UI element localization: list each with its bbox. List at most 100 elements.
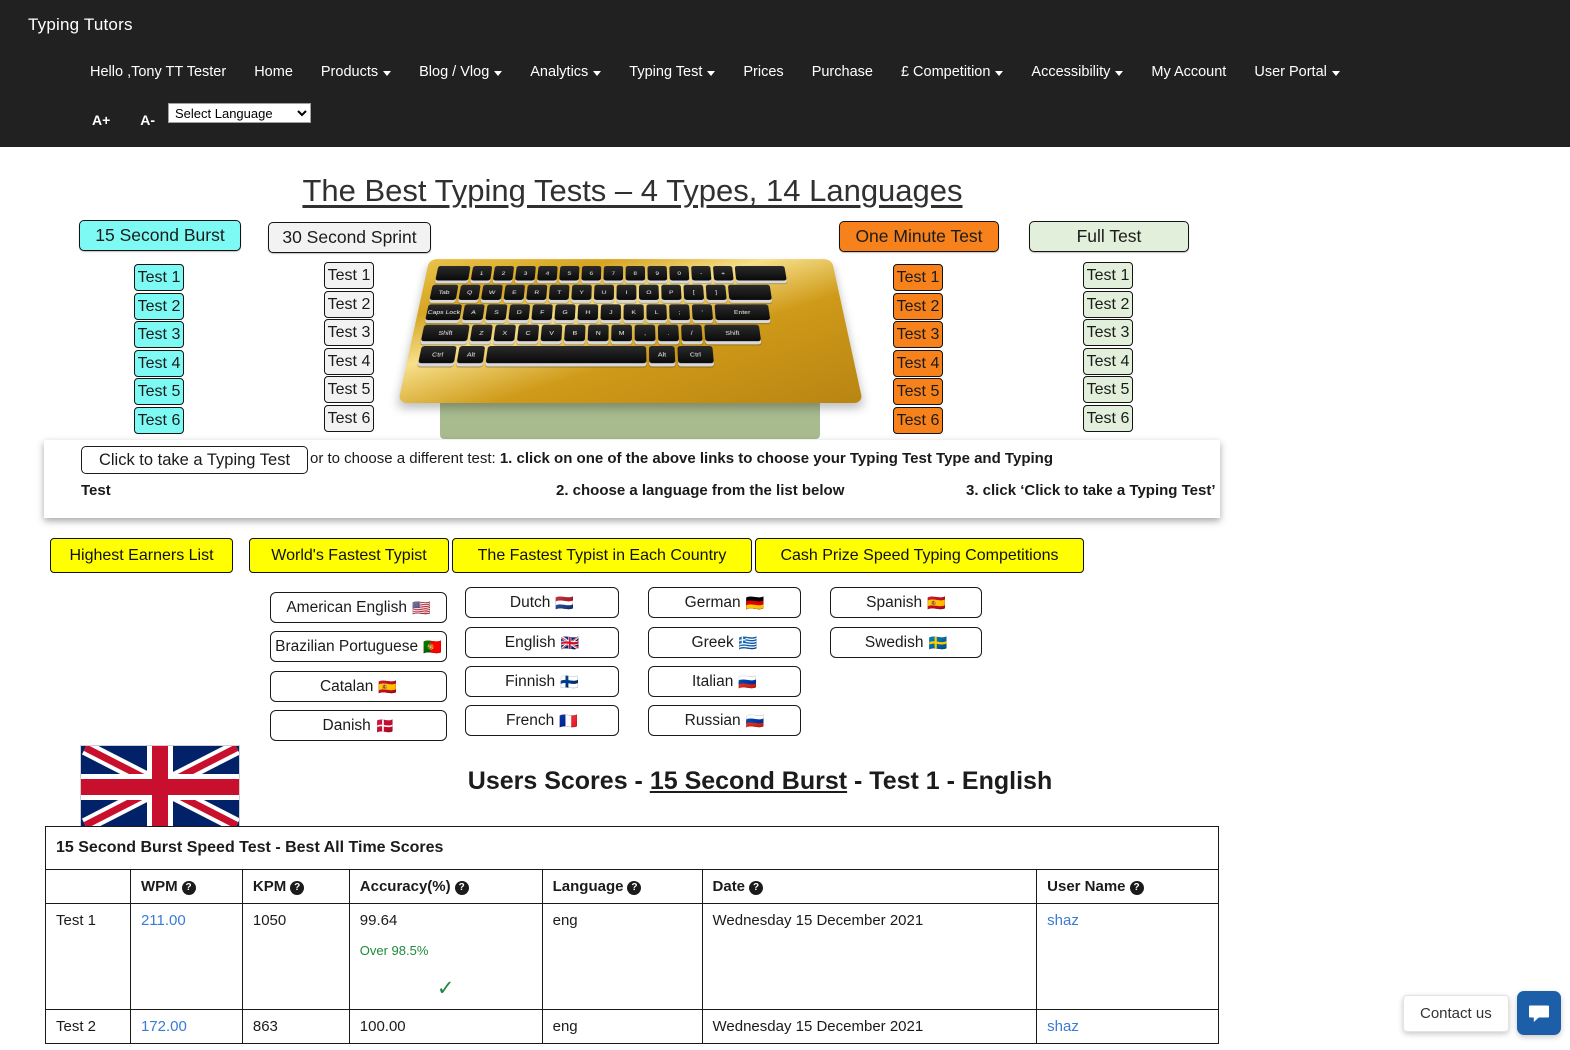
help-icon[interactable]: ?: [627, 881, 642, 895]
keyboard-key: [435, 265, 471, 281]
feature-link-world-s-fastest-typist[interactable]: World's Fastest Typist: [249, 538, 449, 573]
cell-accuracy-value: 100.00: [359, 1018, 406, 1035]
language-button-catalan[interactable]: Catalan 🇪🇸: [270, 671, 447, 702]
feature-link-highest-earners-list[interactable]: Highest Earners List: [50, 538, 233, 573]
language-button-russian[interactable]: Russian 🇷🇺: [648, 705, 801, 736]
language-button-swedish[interactable]: Swedish 🇸🇪: [830, 627, 982, 658]
language-button-american-english[interactable]: American English 🇺🇸: [270, 592, 447, 623]
test-link-30-second-sprint-6[interactable]: Test 6: [324, 404, 374, 432]
table-column-header-label: Accuracy(%): [359, 878, 451, 895]
nav-item-analytics[interactable]: Analytics: [516, 64, 615, 80]
language-button-label: Brazilian Portuguese: [275, 638, 419, 655]
nav-item-my-account[interactable]: My Account: [1137, 64, 1240, 80]
keyboard-key: X: [493, 324, 517, 342]
help-icon[interactable]: ?: [454, 881, 469, 895]
test-link-30-second-sprint-4[interactable]: Test 4: [324, 347, 374, 375]
nav-item-purchase[interactable]: Purchase: [798, 64, 887, 80]
nav-item-user-portal[interactable]: User Portal: [1240, 64, 1354, 80]
cell-wpm-value[interactable]: 172.00: [141, 1018, 187, 1035]
nav-item-products[interactable]: Products: [307, 64, 405, 80]
test-type-header-15-second-burst[interactable]: 15 Second Burst: [79, 220, 241, 251]
test-link-full-test-2[interactable]: Test 2: [1083, 290, 1133, 318]
flag-icon: 🇸🇪: [928, 635, 948, 652]
nav-item-competition[interactable]: £ Competition: [887, 64, 1017, 80]
accessibility-font-controls: A+ A-: [92, 112, 155, 128]
test-link-30-second-sprint-5[interactable]: Test 5: [324, 376, 374, 403]
test-link-full-test-4[interactable]: Test 4: [1083, 347, 1133, 375]
test-link-one-minute-test-6[interactable]: Test 6: [893, 406, 943, 434]
test-link-one-minute-test-1[interactable]: Test 1: [893, 264, 943, 291]
instructions-step-1: 1. click on one of the above links to ch…: [499, 450, 1053, 467]
test-link-15-second-burst-4[interactable]: Test 4: [134, 349, 184, 377]
chat-bubble-icon[interactable]: [1516, 991, 1561, 1035]
test-link-full-test-3[interactable]: Test 3: [1083, 319, 1133, 346]
scores-table: 15 Second Burst Speed Test - Best All Ti…: [45, 826, 1219, 1044]
test-type-header-one-minute-test[interactable]: One Minute Test: [839, 221, 999, 252]
test-link-30-second-sprint-2[interactable]: Test 2: [324, 290, 374, 318]
test-link-one-minute-test-5[interactable]: Test 5: [893, 378, 943, 405]
keyboard-key: ,: [634, 324, 656, 342]
language-button-greek[interactable]: Greek 🇬🇷: [648, 627, 801, 658]
chevron-down-icon: [1331, 70, 1340, 76]
help-icon[interactable]: ?: [749, 881, 764, 895]
feature-link-cash-prize-speed-typing-competitions[interactable]: Cash Prize Speed Typing Competitions: [755, 538, 1084, 573]
test-link-one-minute-test-3[interactable]: Test 3: [893, 321, 943, 348]
instructions-line-1: or to choose a different test: 1. click …: [310, 450, 1053, 467]
keyboard-key: 8: [625, 265, 646, 281]
contact-us-button[interactable]: Contact us: [1403, 994, 1509, 1032]
main-navigation: Hello ,Tony TT Tester Home Products Blog / …: [90, 64, 1354, 80]
language-button-german[interactable]: German 🇩🇪: [648, 587, 801, 618]
test-link-15-second-burst-5[interactable]: Test 5: [134, 378, 184, 405]
test-link-one-minute-test-4[interactable]: Test 4: [893, 349, 943, 377]
language-button-english[interactable]: English 🇬🇧: [465, 627, 619, 658]
take-typing-test-button[interactable]: Click to take a Typing Test: [81, 446, 308, 474]
keyboard-key: 1: [470, 265, 493, 281]
cell-user-name-value[interactable]: shaz: [1047, 912, 1079, 929]
test-link-full-test-6[interactable]: Test 6: [1083, 404, 1133, 432]
test-link-30-second-sprint-3[interactable]: Test 3: [324, 319, 374, 346]
nav-item-label: Hello ,Tony TT Tester: [90, 64, 227, 80]
language-button-danish[interactable]: Danish 🇩🇰: [270, 710, 447, 741]
feature-link-the-fastest-typist-in-each-country[interactable]: The Fastest Typist in Each Country: [452, 538, 752, 573]
site-brand[interactable]: Typing Tutors: [28, 15, 133, 35]
help-icon[interactable]: ?: [290, 881, 305, 895]
instructions-panel: Click to take a Typing Test or to choose…: [44, 440, 1220, 518]
nav-item-accessibility[interactable]: Accessibility: [1017, 64, 1137, 80]
keyboard-key: S: [485, 304, 508, 321]
nav-item-home[interactable]: Home: [240, 64, 307, 80]
language-button-label: Swedish: [864, 634, 924, 651]
cell-date-value: Wednesday 15 December 2021: [712, 912, 924, 929]
test-link-15-second-burst-6[interactable]: Test 6: [134, 406, 184, 434]
keyboard-key: /: [680, 324, 703, 342]
nav-item-blog-vlog[interactable]: Blog / Vlog: [405, 64, 516, 80]
select-language-dropdown[interactable]: Select Language: [168, 103, 311, 123]
language-button-spanish[interactable]: Spanish 🇪🇸: [830, 587, 982, 618]
font-increase-button[interactable]: A+: [92, 112, 110, 128]
language-button-brazilian-portuguese[interactable]: Brazilian Portuguese 🇵🇹: [270, 631, 447, 662]
test-link-15-second-burst-2[interactable]: Test 2: [134, 292, 184, 320]
test-link-15-second-burst-3[interactable]: Test 3: [134, 321, 184, 348]
test-link-30-second-sprint-1[interactable]: Test 1: [324, 262, 374, 289]
test-link-one-minute-test-2[interactable]: Test 2: [893, 292, 943, 320]
keyboard-key: A: [462, 304, 485, 321]
nav-item-prices[interactable]: Prices: [729, 64, 797, 80]
chevron-down-icon: [1115, 70, 1124, 76]
help-icon[interactable]: ?: [181, 881, 196, 895]
nav-item-typing-test[interactable]: Typing Test: [615, 64, 729, 80]
keyboard-key: 2: [492, 265, 515, 281]
test-link-full-test-5[interactable]: Test 5: [1083, 376, 1133, 403]
test-link-full-test-1[interactable]: Test 1: [1083, 262, 1133, 289]
test-link-15-second-burst-1[interactable]: Test 1: [134, 264, 184, 291]
cell-user-name-value[interactable]: shaz: [1047, 1018, 1079, 1035]
nav-item-label: Purchase: [811, 64, 873, 80]
cell-wpm-value[interactable]: 211.00: [141, 912, 186, 929]
language-button-french[interactable]: French 🇫🇷: [465, 705, 619, 736]
font-decrease-button[interactable]: A-: [140, 112, 155, 128]
language-button-italian[interactable]: Italian 🇷🇺: [648, 666, 801, 697]
nav-item-hello-tony-tt-tester[interactable]: Hello ,Tony TT Tester: [90, 64, 240, 80]
language-button-finnish[interactable]: Finnish 🇫🇮: [465, 666, 619, 697]
table-column-header-language: Language?: [541, 869, 703, 904]
help-icon[interactable]: ?: [1129, 881, 1144, 895]
language-button-dutch[interactable]: Dutch 🇳🇱: [465, 587, 619, 618]
test-type-header-full-test[interactable]: Full Test: [1029, 221, 1189, 252]
